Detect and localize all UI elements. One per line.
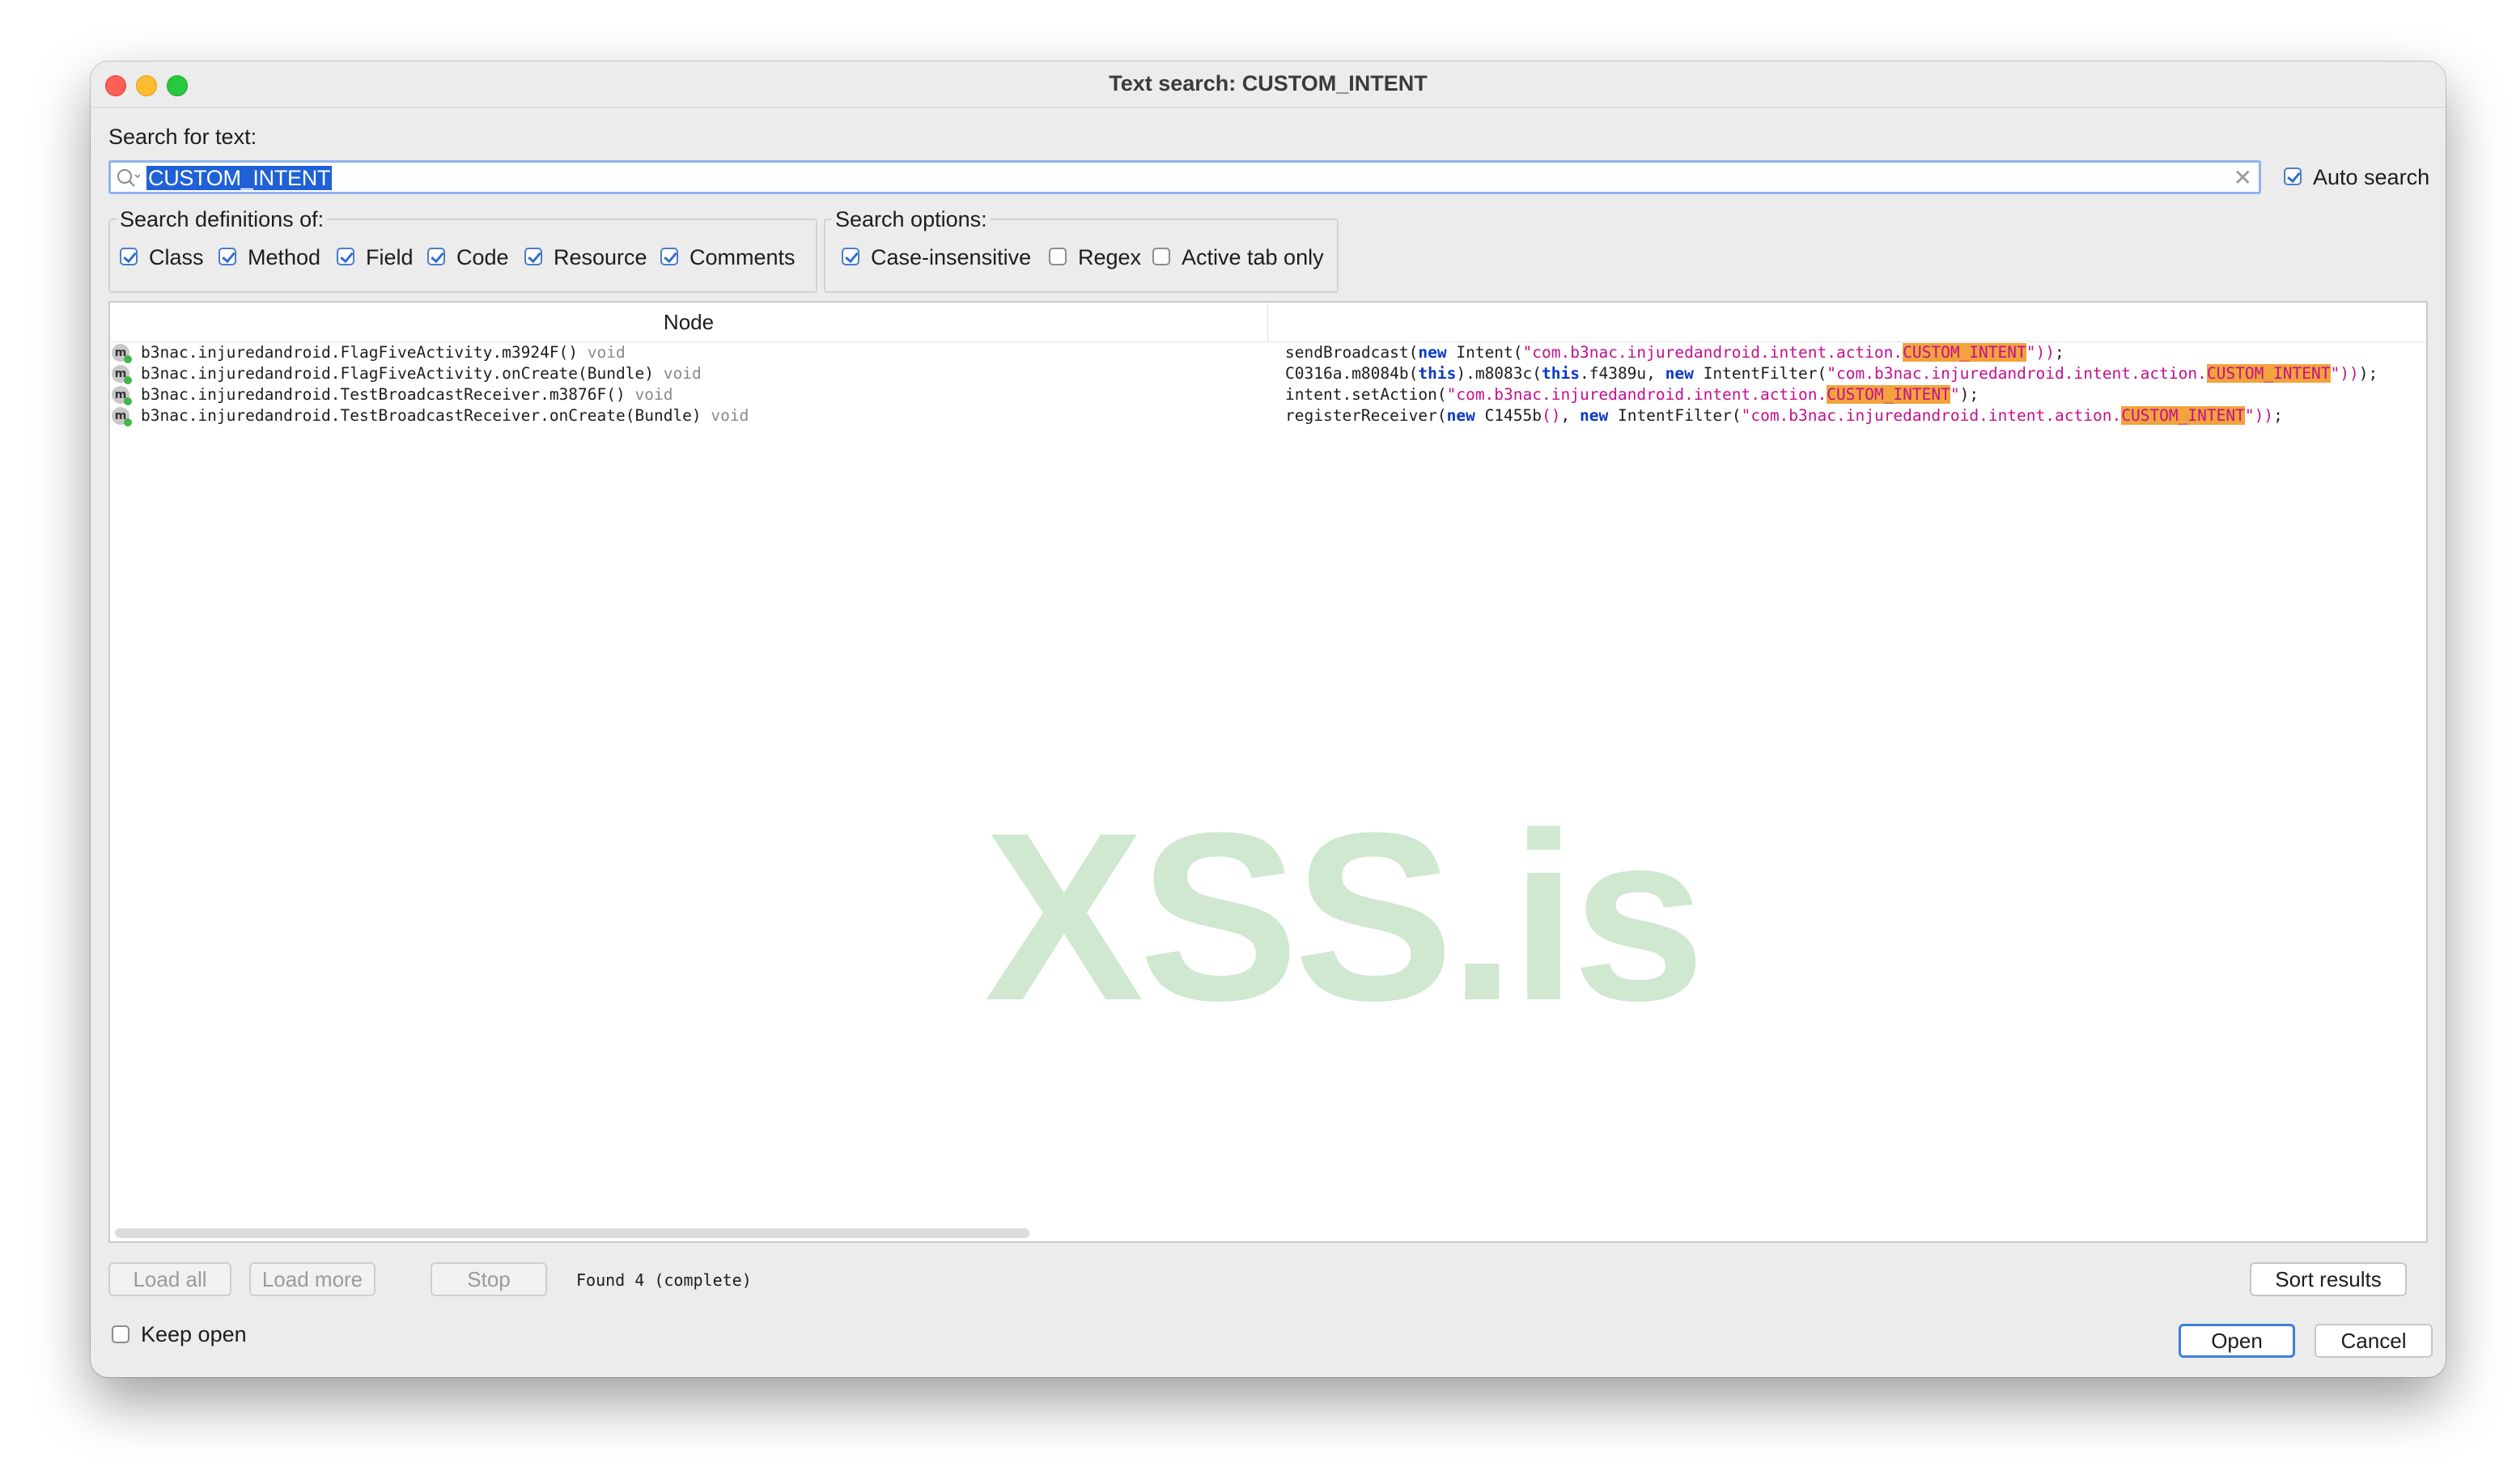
node-cell: b3nac.injuredandroid.TestBroadcastReceiv… — [141, 406, 749, 425]
code-cell: sendBroadcast(new Intent("com.b3nac.inju… — [1285, 343, 2064, 362]
auto-search-label: Auto search — [2313, 165, 2430, 189]
regex-label: Regex — [1078, 245, 1142, 269]
search-input[interactable]: CUSTOM_INTENT ✕ — [108, 160, 2261, 194]
active-tab-only-label: Active tab only — [1182, 245, 1324, 269]
text-search-dialog: Text search: CUSTOM_INTENT Search for te… — [91, 61, 2446, 1377]
results-table[interactable]: Node XSS.is m b3nac.injuredandroid.FlagF… — [108, 301, 2428, 1243]
field-checkbox[interactable] — [337, 248, 354, 265]
node-cell: b3nac.injuredandroid.FlagFiveActivity.on… — [141, 364, 702, 383]
method-icon: m — [112, 407, 132, 426]
resource-label: Resource — [554, 245, 647, 269]
method-icon: m — [112, 344, 132, 363]
resource-checkbox[interactable] — [524, 248, 542, 265]
method-icon: m — [112, 365, 132, 384]
regex-checkbox[interactable] — [1049, 248, 1067, 265]
search-options-title: Search options: — [832, 207, 991, 232]
watermark: XSS.is — [984, 782, 1705, 1050]
case-insensitive-checkbox[interactable] — [842, 248, 859, 265]
class-label: Class — [149, 245, 204, 269]
load-more-button[interactable]: Load more — [249, 1262, 376, 1296]
sort-results-button[interactable]: Sort results — [2250, 1262, 2407, 1296]
stop-button[interactable]: Stop — [431, 1262, 547, 1296]
field-label: Field — [366, 245, 414, 269]
status-text: Found 4 (complete) — [576, 1270, 752, 1290]
open-button[interactable]: Open — [2179, 1324, 2295, 1358]
method-label: Method — [248, 245, 321, 269]
search-icon[interactable] — [116, 167, 140, 189]
active-tab-only-checkbox[interactable] — [1152, 248, 1170, 265]
load-all-button[interactable]: Load all — [108, 1262, 231, 1296]
horizontal-scrollbar[interactable] — [115, 1228, 1029, 1238]
table-row[interactable]: m b3nac.injuredandroid.TestBroadcastRece… — [110, 406, 2426, 427]
table-row[interactable]: m b3nac.injuredandroid.FlagFiveActivity.… — [110, 364, 2426, 385]
node-column-header[interactable]: Node — [110, 303, 1268, 341]
cancel-button[interactable]: Cancel — [2315, 1324, 2433, 1358]
method-checkbox[interactable] — [219, 248, 236, 265]
code-cell: intent.setAction("com.b3nac.injuredandro… — [1285, 385, 1979, 404]
comments-checkbox[interactable] — [660, 248, 678, 265]
search-definitions-title: Search definitions of: — [117, 207, 328, 232]
clear-search-icon[interactable]: ✕ — [2234, 164, 2252, 191]
class-checkbox[interactable] — [120, 248, 138, 265]
search-input-value[interactable]: CUSTOM_INTENT — [146, 166, 333, 190]
search-options-group: Search options: Case-insensitive Regex A… — [824, 207, 1339, 293]
table-row[interactable]: m b3nac.injuredandroid.FlagFiveActivity.… — [110, 343, 2426, 364]
table-row[interactable]: m b3nac.injuredandroid.TestBroadcastRece… — [110, 385, 2426, 406]
code-cell: registerReceiver(new C1455b(), new Inten… — [1285, 406, 2283, 425]
code-cell: C0316a.m8084b(this).m8083c(this.f4389u, … — [1285, 364, 2378, 383]
search-label: Search for text: — [108, 125, 257, 149]
match-highlight: CUSTOM_INTENT — [2206, 364, 2331, 383]
case-insensitive-label: Case-insensitive — [871, 245, 1032, 269]
keep-open-checkbox[interactable] — [112, 1325, 129, 1343]
node-cell: b3nac.injuredandroid.TestBroadcastReceiv… — [141, 385, 673, 404]
match-highlight: CUSTOM_INTENT — [1827, 385, 1950, 404]
match-highlight: CUSTOM_INTENT — [2121, 406, 2245, 425]
keep-open-label: Keep open — [141, 1322, 247, 1346]
method-icon: m — [112, 386, 132, 405]
auto-search-checkbox[interactable] — [2284, 167, 2302, 185]
match-highlight: CUSTOM_INTENT — [1903, 343, 2026, 362]
title-bar: Text search: CUSTOM_INTENT — [91, 61, 2446, 108]
code-label: Code — [456, 245, 509, 269]
search-definitions-group: Search definitions of: Class Method Fiel… — [108, 207, 817, 293]
node-cell: b3nac.injuredandroid.FlagFiveActivity.m3… — [141, 343, 626, 362]
results-header: Node — [110, 303, 2426, 342]
window-title: Text search: CUSTOM_INTENT — [1109, 71, 1428, 95]
code-checkbox[interactable] — [427, 248, 445, 265]
comments-label: Comments — [690, 245, 796, 269]
